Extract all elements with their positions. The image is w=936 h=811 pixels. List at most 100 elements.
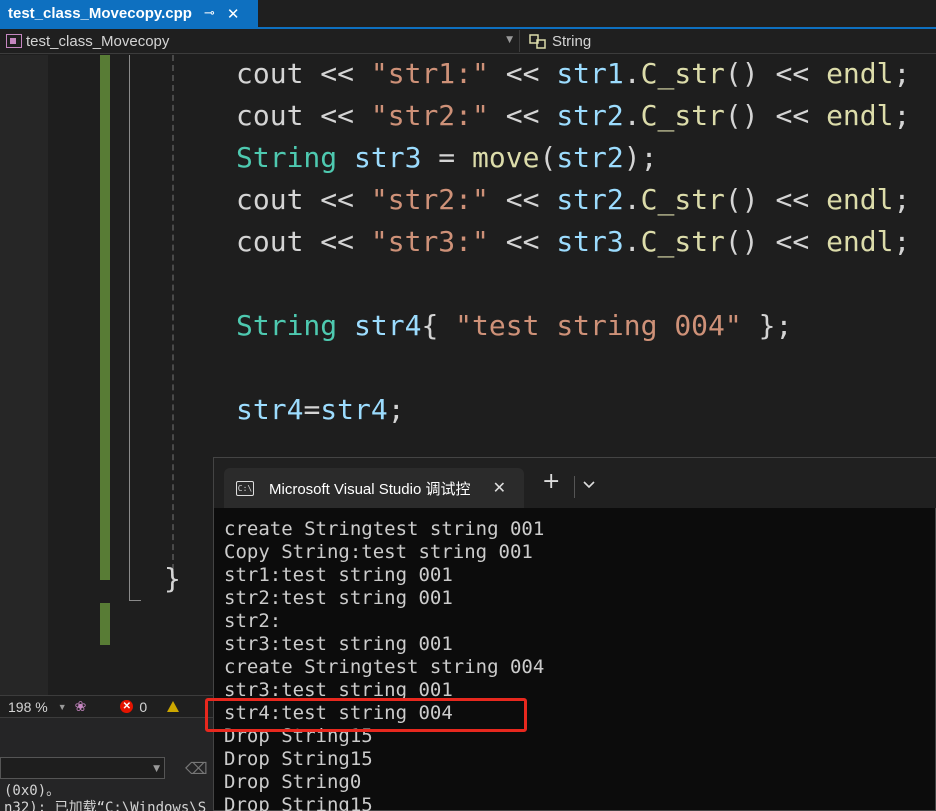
code-token: cout xyxy=(236,57,304,90)
code-token: ; xyxy=(893,183,911,216)
code-line: String str3 = move(str2); xyxy=(236,138,657,178)
code-token: str3 xyxy=(354,141,422,174)
code-token: << xyxy=(488,57,557,90)
code-token: str4 xyxy=(236,393,304,426)
member-dropdown-label: String xyxy=(552,32,592,50)
clear-output-icon[interactable]: ⌫ xyxy=(185,759,208,778)
debug-console-window[interactable]: C:\ Microsoft Visual Studio 调试控 ✕ + crea… xyxy=(213,457,936,811)
code-token: "str3:" xyxy=(370,225,489,258)
console-tab-title: Microsoft Visual Studio 调试控 xyxy=(269,480,471,498)
error-icon[interactable]: ✕ xyxy=(120,700,134,713)
code-token: String xyxy=(236,309,338,342)
chevron-down-icon: ▼ xyxy=(153,764,160,774)
code-token: = xyxy=(303,393,321,426)
console-line: Copy String:test string 001 xyxy=(224,541,533,563)
code-token: endl xyxy=(826,225,894,258)
project-icon xyxy=(6,34,22,48)
code-token: << xyxy=(303,183,371,216)
code-token: str3 xyxy=(556,225,624,258)
code-token: }; xyxy=(741,309,793,342)
indent-guide xyxy=(172,55,174,590)
output-source-select[interactable]: ▼ xyxy=(0,757,165,779)
code-token: "str2:" xyxy=(370,99,489,132)
chevron-down-icon[interactable]: ▼ xyxy=(58,702,67,712)
close-icon[interactable]: ✕ xyxy=(493,478,506,497)
code-token: "str2:" xyxy=(370,183,489,216)
console-line: create Stringtest string 001 xyxy=(224,518,545,540)
code-token: ; xyxy=(893,57,911,90)
code-token: C_str xyxy=(640,57,725,90)
console-line: str2:test string 001 xyxy=(224,587,453,609)
code-token: << xyxy=(303,225,371,258)
change-tracking-bar xyxy=(100,55,110,580)
code-token: str1 xyxy=(556,57,624,90)
console-titlebar: C:\ Microsoft Visual Studio 调试控 ✕ + xyxy=(214,458,936,508)
code-line: String str4{ "test string 004" }; xyxy=(236,306,792,346)
scope-dropdown-label: test_class_Movecopy xyxy=(26,32,170,50)
code-token: << xyxy=(303,99,371,132)
code-token: str2 xyxy=(556,141,624,174)
code-token: str2 xyxy=(556,183,624,216)
code-token: . xyxy=(623,99,641,132)
code-token: C_str xyxy=(640,99,725,132)
warning-icon[interactable] xyxy=(167,701,180,712)
code-token: endl xyxy=(826,99,894,132)
scope-dropdown[interactable]: test_class_Movecopy ▼ xyxy=(6,30,520,52)
console-output: create Stringtest string 001 Copy String:… xyxy=(224,518,544,811)
code-token: () << xyxy=(724,225,827,258)
code-token: endl xyxy=(826,183,894,216)
code-token: String xyxy=(236,141,338,174)
document-tab-active[interactable]: test_class_Movecopy.cpp ⊸ ✕ xyxy=(0,0,258,27)
code-token: endl xyxy=(826,57,894,90)
console-line: Drop String0 xyxy=(224,771,362,793)
code-line: cout << "str3:" << str3.C_str() << endl; xyxy=(236,222,910,262)
code-line: cout << "str1:" << str1.C_str() << endl; xyxy=(236,54,910,94)
member-dropdown[interactable]: String xyxy=(528,30,591,52)
code-token: () << xyxy=(724,57,827,90)
code-token: str2 xyxy=(556,99,624,132)
code-token: . xyxy=(623,225,641,258)
code-token: ; xyxy=(387,393,405,426)
code-token: cout xyxy=(236,99,304,132)
titlebar-divider xyxy=(574,476,575,498)
zoom-level[interactable]: 198 % xyxy=(8,699,48,715)
code-token: str4 xyxy=(354,309,422,342)
new-tab-plus-icon[interactable]: + xyxy=(542,471,560,493)
code-token: move xyxy=(472,141,540,174)
editor-gutter xyxy=(0,55,48,695)
navigation-bar: test_class_Movecopy ▼ String xyxy=(0,29,936,54)
code-token: cout xyxy=(236,225,304,258)
code-token: << xyxy=(488,225,557,258)
output-line: n32): 已加载“C:\Windows\S xyxy=(4,800,207,811)
close-tab-icon[interactable]: ✕ xyxy=(227,5,240,23)
console-line: str2: xyxy=(224,610,282,632)
pin-icon[interactable]: ⊸ xyxy=(204,6,215,21)
output-panel: ▼ ⌫ (0x0)。 n32): 已加载“C:\Windows\S xyxy=(0,717,215,811)
class-member-icon xyxy=(529,34,546,49)
intellicode-icon[interactable]: ❀ xyxy=(75,698,87,715)
console-line: Drop String15 xyxy=(224,748,373,770)
code-line: cout << "str2:" << str2.C_str() << endl; xyxy=(236,96,910,136)
code-line: cout << "str2:" << str2.C_str() << endl; xyxy=(236,180,910,220)
document-tab-strip: test_class_Movecopy.cpp ⊸ ✕ xyxy=(0,0,936,29)
code-line: str4=str4; xyxy=(236,390,405,430)
terminal-icon: C:\ xyxy=(236,480,254,496)
console-line: str3:test string 001 xyxy=(224,633,453,655)
document-tab-filename: test_class_Movecopy.cpp xyxy=(8,5,192,22)
editor-status-bar: 198 % ▼ ❀ ✕ 0 xyxy=(0,695,215,717)
code-token: C_str xyxy=(640,183,725,216)
console-line: str1:test string 001 xyxy=(224,564,453,586)
code-token: ( xyxy=(539,141,557,174)
console-tab[interactable]: C:\ Microsoft Visual Studio 调试控 ✕ xyxy=(224,468,524,508)
code-token: << xyxy=(488,99,557,132)
error-count: 0 xyxy=(139,698,148,715)
code-token: . xyxy=(623,57,641,90)
closing-brace: } xyxy=(164,562,181,595)
change-tracking-bar xyxy=(100,603,110,645)
code-token: ); xyxy=(623,141,658,174)
code-token: str4 xyxy=(320,393,388,426)
chevron-down-icon[interactable] xyxy=(582,478,596,492)
code-token: C_str xyxy=(640,225,725,258)
